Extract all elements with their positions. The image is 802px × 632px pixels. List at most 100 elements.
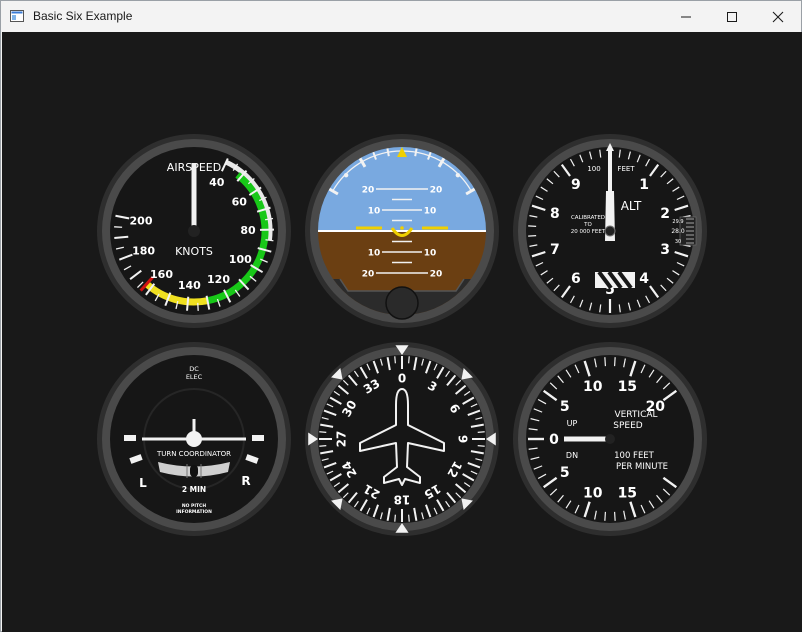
- tick-mark: [408, 356, 410, 364]
- bank-mark: [386, 148, 390, 157]
- kollsman-label-2: 28.0: [671, 228, 685, 235]
- attitude-dial: 20 20 10 10 10 10 20 20: [305, 134, 499, 328]
- altimeter-scale-label: 1: [639, 177, 649, 193]
- tick-mark: [186, 296, 190, 311]
- instrument-panel: 406080100120140160180200 AIRSPEED KNOTS: [2, 32, 802, 632]
- heading-scale-label: 18: [394, 493, 411, 507]
- tick-mark: [319, 431, 327, 433]
- power-label-1: DC: [189, 365, 199, 373]
- airspeed-unit: KNOTS: [175, 245, 213, 258]
- vsi-title-2: SPEED: [613, 421, 643, 431]
- bank-mark: [455, 172, 461, 178]
- kollsman-label-3: 30: [675, 239, 681, 245]
- vsi-unit-2: PER MINUTE: [616, 462, 668, 472]
- vsi-scale-label: 15: [618, 379, 637, 395]
- tick-mark: [604, 511, 607, 521]
- turn-coordinator-title: TURN COORDINATOR: [156, 450, 231, 458]
- altimeter-top-unit: FEET: [617, 165, 635, 173]
- minimize-icon: [681, 16, 691, 17]
- power-label-2: ELEC: [186, 373, 203, 381]
- down-label: DN: [566, 451, 578, 460]
- tick-mark: [528, 225, 537, 227]
- calibration-line-3: 20 000 FEET: [571, 229, 606, 235]
- altimeter-scale-label: 7: [550, 242, 560, 258]
- pitch-label: 10: [424, 249, 437, 259]
- pitch-label: 10: [368, 207, 381, 217]
- airspeed-scale-label: 180: [132, 244, 155, 257]
- maximize-icon: [727, 11, 737, 22]
- calibration-line-1: CALIBRATED: [571, 215, 605, 221]
- tick-mark: [477, 431, 485, 433]
- altimeter-scale-label: 9: [571, 177, 581, 193]
- bank-mark: [414, 148, 418, 157]
- attitude-indicator: 20 20 10 10 10 10 20 20: [302, 131, 502, 331]
- vsi-scale-label: 10: [583, 379, 603, 395]
- turn-coordinator: DC ELEC TURN COORDINATOR 2 MIN L R NO PI…: [94, 339, 294, 539]
- tick-mark: [394, 356, 396, 364]
- altimeter-top-value: 100: [587, 165, 600, 173]
- time-label: 2 MIN: [182, 485, 206, 494]
- maximize-button[interactable]: [709, 1, 755, 32]
- tick-mark: [394, 514, 396, 522]
- heading-scale-label: 9: [456, 435, 470, 443]
- minimize-button[interactable]: [663, 1, 709, 32]
- altimeter-dial: 123456789 100 FEET CALIBRATED TO 20 000 …: [513, 134, 707, 328]
- airspeed-scale-label: 40: [209, 176, 225, 189]
- bank-mark: [343, 172, 349, 178]
- vsi-unit-1: 100 FEET: [614, 451, 655, 461]
- heading-dial: 0 3691215182124273033: [305, 342, 499, 536]
- turn-coordinator-dial: DC ELEC TURN COORDINATOR 2 MIN L R NO PI…: [97, 342, 291, 536]
- heading-indicator: 0 3 6 9 12 15 18 21 24 27 30 33: [302, 339, 502, 539]
- window-title: Basic Six Example: [33, 9, 133, 23]
- pitch-label: 20: [430, 186, 443, 196]
- vsi-scale-label: 0: [549, 432, 559, 448]
- close-icon: [772, 11, 784, 22]
- altimeter-scale-label: 6: [571, 271, 581, 287]
- low-altitude-flag: [595, 270, 635, 290]
- altimeter: 123456789 100 FEET CALIBRATED TO 20 000 …: [510, 131, 710, 331]
- tick-mark: [114, 235, 129, 239]
- pitch-label: 10: [368, 249, 381, 259]
- left-label: L: [139, 476, 147, 490]
- airspeed-indicator: 406080100120140160180200 AIRSPEED KNOTS: [94, 131, 294, 331]
- pitch-label: 20: [362, 186, 375, 196]
- tick-mark: [528, 235, 537, 237]
- calibration-line-2: TO: [583, 222, 592, 228]
- airspeed-scale-label: 200: [130, 215, 153, 228]
- tick-mark: [408, 514, 410, 522]
- airspeed-scale-label: 80: [240, 224, 256, 237]
- tick-mark: [604, 357, 607, 367]
- heading-scale-label: 27: [334, 431, 348, 448]
- tick-mark: [477, 445, 485, 447]
- right-label: R: [241, 474, 250, 488]
- vertical-speed-dial: 0510 152015105 UP DN VERTICAL SPEED 100 F…: [513, 342, 707, 536]
- vsi-title-1: VERTICAL: [614, 410, 657, 420]
- airspeed-scale-label: 60: [232, 196, 248, 209]
- app-window: Basic Six Example 40 60 80 100 120 140 160 180 2…: [0, 0, 802, 632]
- pitch-label: 20: [362, 270, 375, 280]
- altimeter-scale-label: 2: [660, 206, 670, 222]
- airspeed-dial: 406080100120140160180200 AIRSPEED KNOTS: [97, 134, 291, 328]
- airspeed-scale-label: 120: [207, 273, 230, 286]
- altimeter-scale-label: 3: [660, 242, 670, 258]
- up-label: UP: [567, 419, 578, 428]
- altimeter-scale-label: 8: [550, 206, 560, 222]
- title-bar[interactable]: Basic Six Example: [1, 1, 801, 32]
- vsi-scale-label: 5: [560, 399, 570, 415]
- vertical-speed-indicator: 0 5 10 15 20 15 10 5 UP DN VERTICAL SPEED 100 F…: [510, 339, 710, 539]
- vsi-scale-label: 15: [618, 485, 637, 501]
- airspeed-scale-label: 140: [178, 279, 201, 292]
- close-button[interactable]: [755, 1, 801, 32]
- heading-scale-label: 0: [398, 371, 406, 385]
- kollsman-label-1: 29.9: [672, 219, 683, 225]
- vsi-scale-label: 5: [560, 465, 570, 481]
- app-icon: [10, 10, 24, 22]
- tick-mark: [613, 511, 616, 521]
- adjust-knob[interactable]: [385, 286, 419, 320]
- pitch-label: 20: [430, 270, 443, 280]
- altimeter-scale-label: 4: [639, 271, 649, 287]
- vsi-scale-label: 10: [583, 485, 603, 501]
- tick-mark: [613, 357, 616, 367]
- airspeed-scale-label: 160: [150, 268, 173, 281]
- footer-line-1: NO PITCH: [182, 503, 207, 509]
